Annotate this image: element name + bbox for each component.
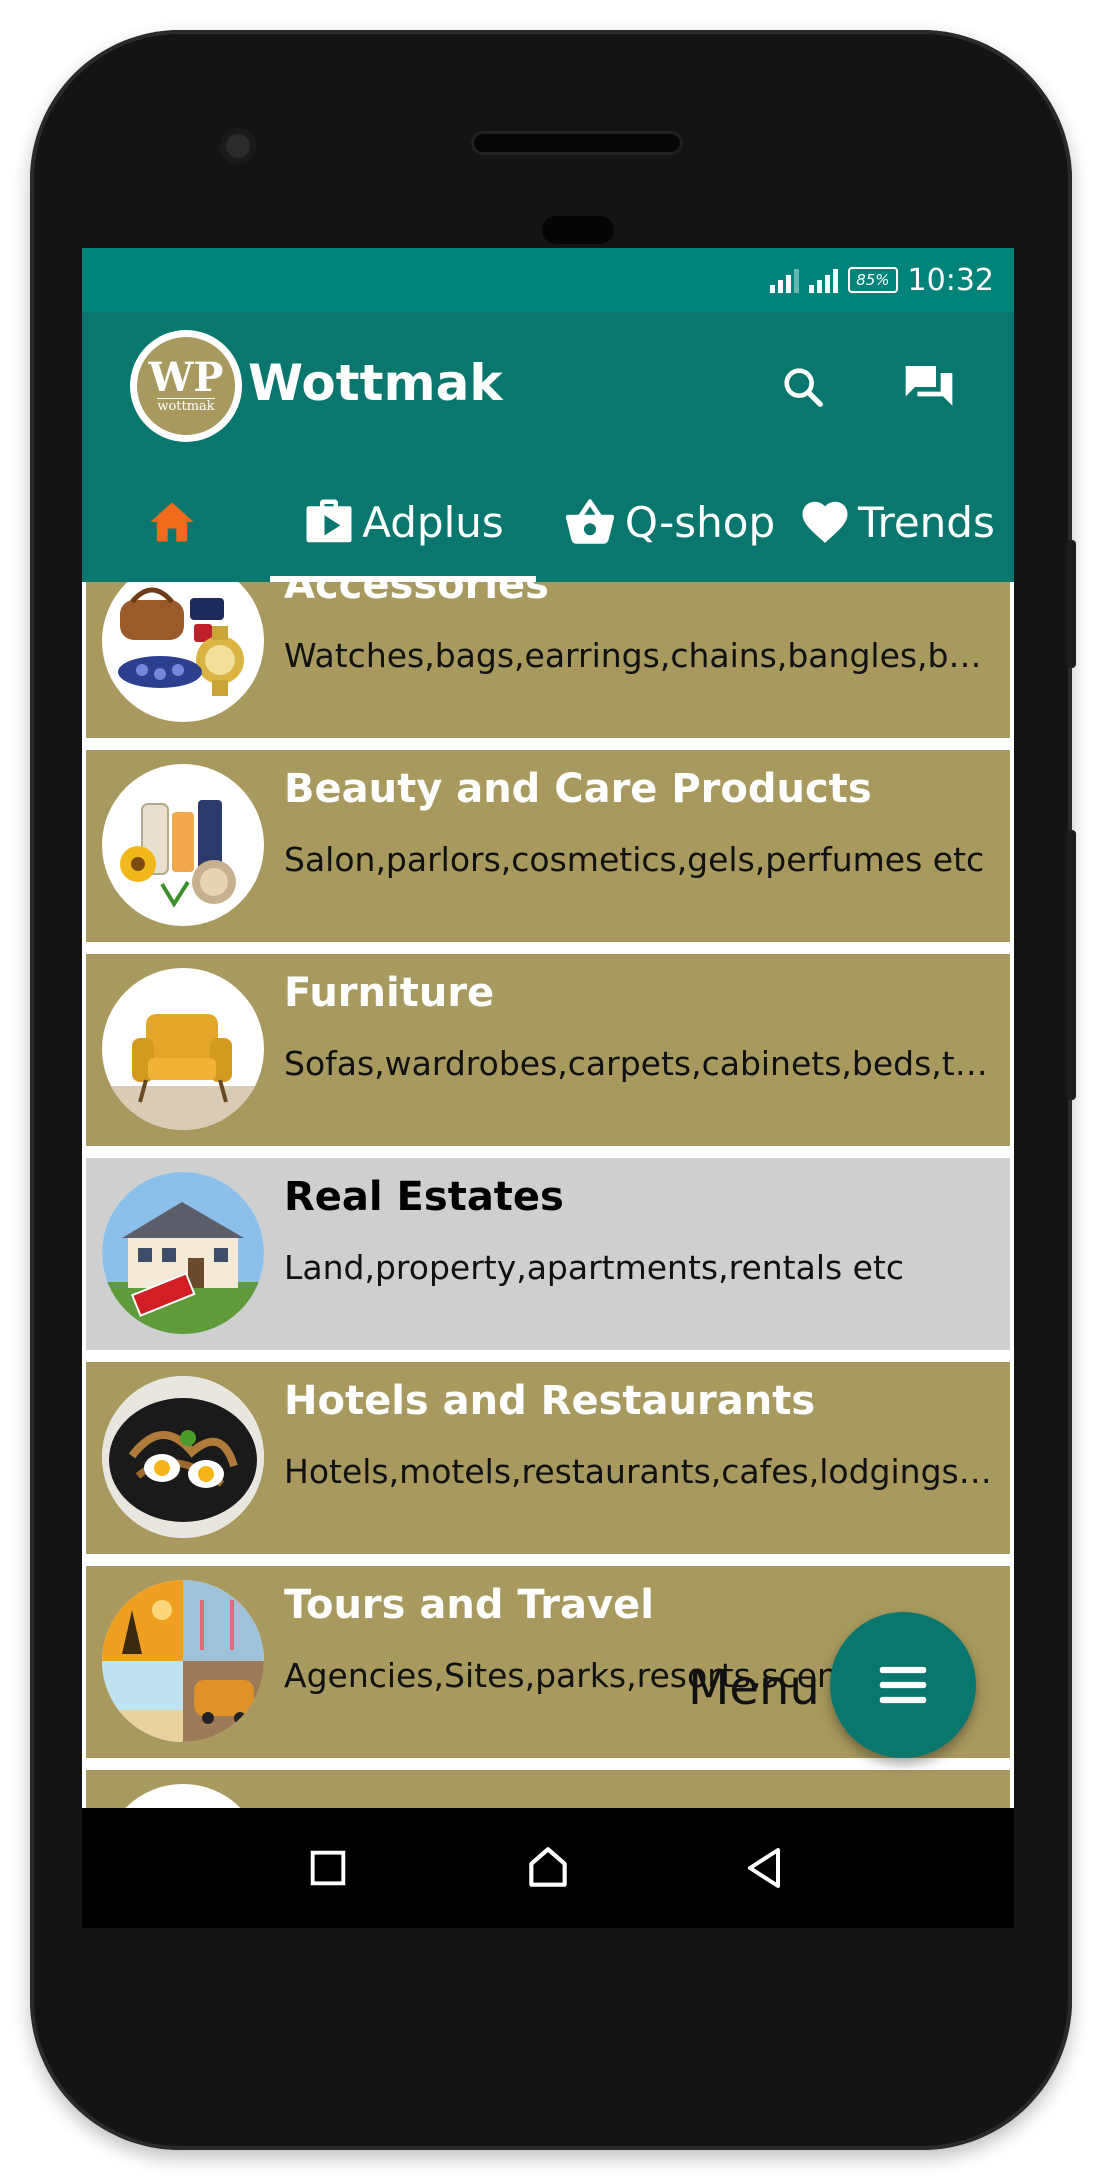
category-row-hotels[interactable]: Hotels and Restaurants Hotels,motels,res… <box>86 1362 1010 1554</box>
recents-icon <box>310 1850 346 1886</box>
category-subtitle: Land,property,apartments,rentals etc <box>284 1248 905 1287</box>
tab-adplus-label: Adplus <box>362 497 504 547</box>
power-button <box>1066 540 1076 668</box>
category-title: Beauty and Care Products <box>284 766 872 812</box>
basket-icon <box>565 499 615 544</box>
tab-adplus[interactable]: Adplus <box>270 462 536 582</box>
tours-thumbnail <box>102 1580 264 1742</box>
signal-icon <box>809 267 839 293</box>
home-icon <box>529 1847 567 1887</box>
tab-qshop[interactable]: Q-shop <box>558 462 778 582</box>
category-row-furniture[interactable]: Furniture Sofas,wardrobes,carpets,cabine… <box>86 954 1010 1146</box>
logo-mark: WP <box>148 354 224 401</box>
tab-bar: Adplus Q-shop Trends <box>82 462 1014 582</box>
category-row-partial[interactable] <box>86 1770 1010 1808</box>
search-icon <box>784 368 823 407</box>
category-row-real-estates[interactable]: Real Estates Land,property,apartments,re… <box>86 1158 1010 1350</box>
proximity-sensor <box>542 216 614 244</box>
category-row-accessories[interactable]: Accessories Watches,bags,earrings,chains… <box>86 582 1010 738</box>
menu-fab-button[interactable] <box>830 1612 976 1758</box>
battery-indicator: 85% <box>848 267 898 293</box>
messages-button[interactable] <box>894 352 964 422</box>
category-title: Accessories <box>284 582 549 608</box>
category-subtitle: Salon,parlors,cosmetics,gels,perfumes et… <box>284 840 985 879</box>
category-subtitle: Sofas,wardrobes,carpets,cabinets,beds,ta… <box>284 1044 996 1083</box>
system-navigation-bar <box>82 1808 1014 1928</box>
hotels-text: Hotels and Restaurants Hotels,motels,res… <box>284 1378 996 1491</box>
hotels-thumbnail <box>102 1376 264 1538</box>
tab-trends[interactable]: Trends <box>798 462 1014 582</box>
tab-home[interactable] <box>102 462 242 582</box>
volume-button <box>1066 830 1076 1100</box>
category-title: Real Estates <box>284 1174 564 1220</box>
furniture-text: Furniture Sofas,wardrobes,carpets,cabine… <box>284 970 996 1083</box>
app-screen: 85% 10:32 WP wottmak Wottmak Adplus Q-sh… <box>82 248 1014 1808</box>
category-subtitle: Watches,bags,earrings,chains,bangles,bel… <box>284 636 996 675</box>
play-bag-icon <box>306 499 352 543</box>
tab-qshop-label: Q-shop <box>624 497 776 547</box>
category-title: Furniture <box>284 970 495 1016</box>
category-subtitle: Hotels,motels,restaurants,cafes,lodgings… <box>284 1452 996 1491</box>
accessories-text: Accessories Watches,bags,earrings,chains… <box>284 582 996 675</box>
real-estates-thumbnail <box>102 1172 264 1334</box>
forum-icon <box>905 366 953 406</box>
earpiece-speaker <box>474 134 680 152</box>
category-title: Hotels and Restaurants <box>284 1378 816 1424</box>
recents-button[interactable] <box>290 1830 366 1906</box>
signal-icon <box>770 267 800 293</box>
accessories-thumbnail <box>102 582 264 722</box>
front-camera <box>220 128 256 164</box>
beauty-text: Beauty and Care Products Salon,parlors,c… <box>284 766 996 879</box>
search-button[interactable] <box>768 352 838 422</box>
partial-thumbnail <box>102 1784 264 1808</box>
category-row-beauty[interactable]: Beauty and Care Products Salon,parlors,c… <box>86 750 1010 942</box>
home-icon <box>150 502 194 542</box>
app-bar: WP wottmak Wottmak Adplus Q-shop Trends <box>82 312 1014 582</box>
app-title: Wottmak <box>248 354 503 412</box>
furniture-thumbnail <box>102 968 264 1130</box>
menu-fab-label: Menu <box>688 1660 820 1716</box>
menu-icon <box>879 1666 927 1704</box>
back-icon <box>748 1848 780 1888</box>
real-estates-text: Real Estates Land,property,apartments,re… <box>284 1174 996 1287</box>
status-indicators: 85% 10:32 <box>770 260 994 300</box>
heart-icon <box>802 501 848 543</box>
logo-word: wottmak <box>157 398 215 414</box>
status-time: 10:32 <box>907 262 994 298</box>
tab-trends-label: Trends <box>858 497 995 547</box>
logo-badge: WP wottmak <box>137 337 235 435</box>
app-logo[interactable]: WP wottmak <box>130 330 242 442</box>
home-nav-button[interactable] <box>510 1830 586 1906</box>
status-bar: 85% 10:32 <box>82 248 1014 312</box>
beauty-thumbnail <box>102 764 264 926</box>
back-button[interactable] <box>728 1830 804 1906</box>
